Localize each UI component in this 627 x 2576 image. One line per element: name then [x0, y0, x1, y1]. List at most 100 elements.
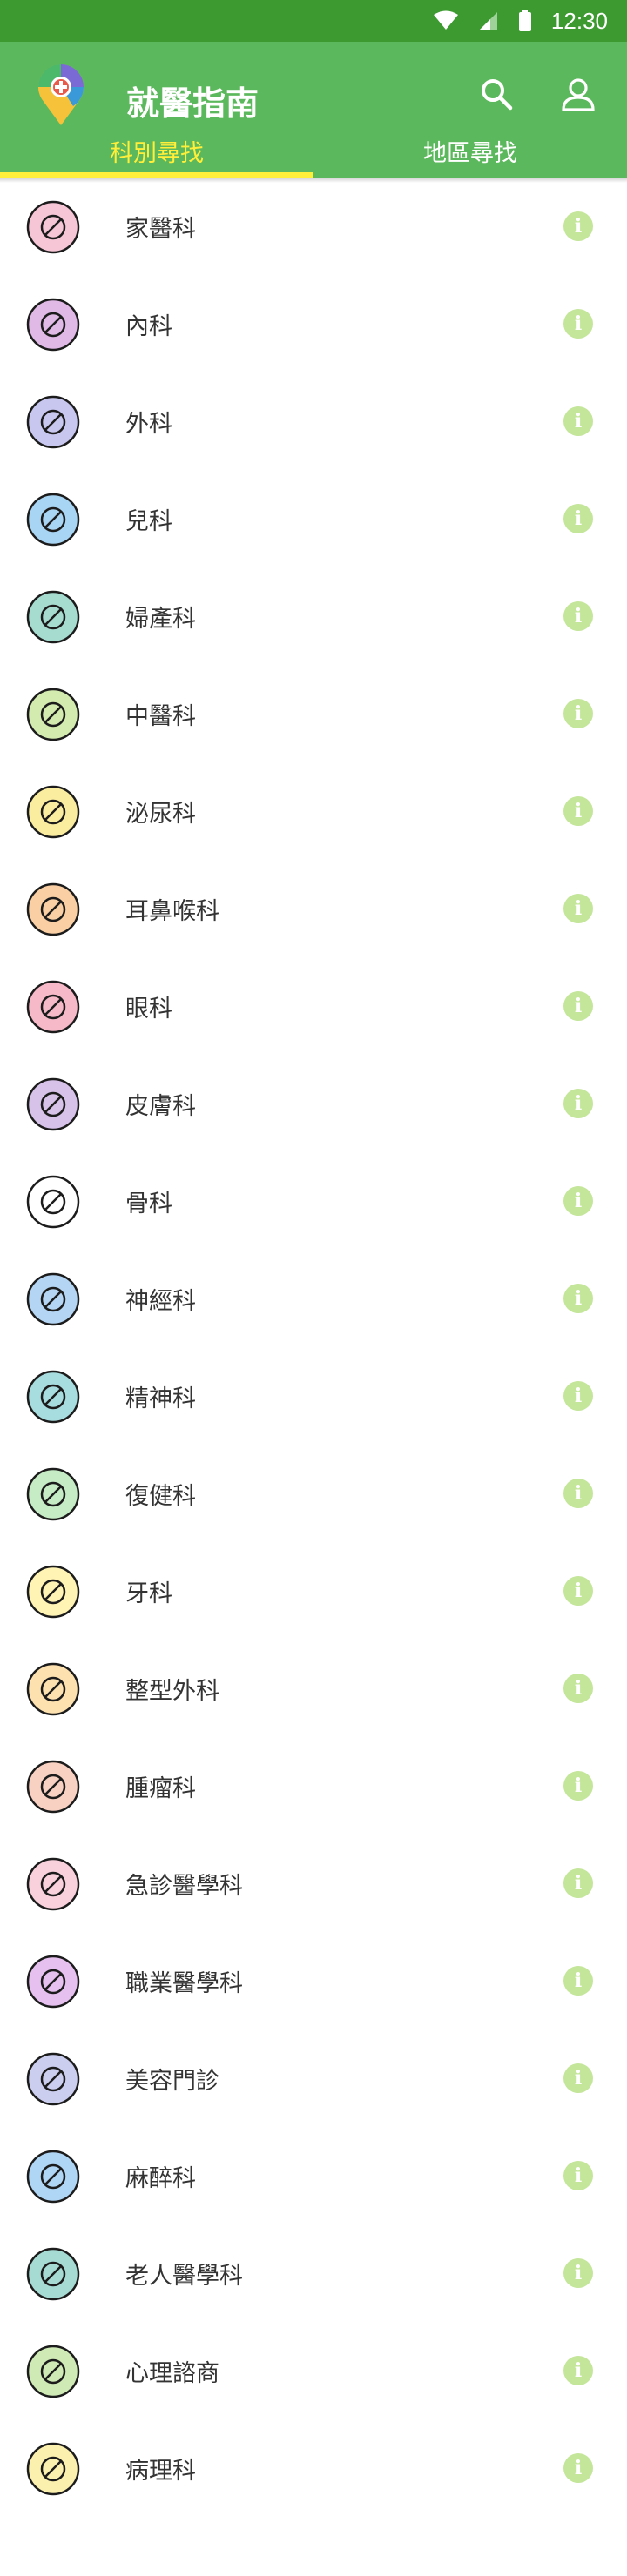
department-label: 泌尿科 — [125, 800, 196, 828]
department-label: 老人醫學科 — [125, 2262, 243, 2290]
info-icon[interactable]: i — [563, 699, 593, 728]
department-row[interactable]: 復健科 i — [0, 1445, 627, 1542]
search-button[interactable] — [474, 71, 519, 117]
info-icon[interactable]: i — [563, 2161, 593, 2190]
info-icon[interactable]: i — [563, 991, 593, 1021]
department-label: 皮膚科 — [125, 1092, 196, 1120]
department-label: 骨科 — [125, 1190, 172, 1218]
tooth-icon — [26, 1565, 80, 1619]
department-label: 耳鼻喉科 — [125, 897, 219, 925]
department-label: 眼科 — [125, 995, 172, 1023]
department-label: 家醫科 — [125, 215, 196, 243]
department-row[interactable]: 病理科 i — [0, 2419, 627, 2517]
info-icon[interactable]: i — [563, 406, 593, 436]
baby-bottle-icon — [26, 493, 80, 547]
department-row[interactable]: 職業醫學科 i — [0, 1932, 627, 2029]
department-label: 麻醉科 — [125, 2164, 196, 2192]
uterus-icon — [26, 590, 80, 644]
info-icon[interactable]: i — [563, 2453, 593, 2483]
tab-by-region[interactable]: 地區尋找 — [314, 129, 627, 178]
info-icon[interactable]: i — [563, 211, 593, 241]
helmet-icon — [26, 1955, 80, 2009]
department-row[interactable]: 中醫科 i — [0, 665, 627, 762]
mortar-icon — [26, 688, 80, 741]
department-row[interactable]: 骨科 i — [0, 1152, 627, 1250]
info-icon[interactable]: i — [563, 1771, 593, 1801]
info-icon[interactable]: i — [563, 1186, 593, 1216]
department-row[interactable]: 老人醫學科 i — [0, 2224, 627, 2322]
elderly-icon — [26, 2247, 80, 2301]
department-label: 職業醫學科 — [125, 1969, 243, 1997]
account-button[interactable] — [556, 71, 601, 117]
department-row[interactable]: 皮膚科 i — [0, 1055, 627, 1152]
department-row[interactable]: 麻醉科 i — [0, 2127, 627, 2224]
stethoscope-icon — [26, 298, 80, 352]
info-icon[interactable]: i — [563, 601, 593, 631]
mind-icon — [26, 1370, 80, 1424]
microscope-icon — [26, 2442, 80, 2496]
department-row[interactable]: 急診醫學科 i — [0, 1835, 627, 1932]
info-icon[interactable]: i — [563, 309, 593, 339]
info-icon[interactable]: i — [563, 2258, 593, 2288]
tab-by-department[interactable]: 科別尋找 — [0, 129, 314, 178]
department-label: 整型外科 — [125, 1677, 219, 1705]
department-label: 腫瘤科 — [125, 1774, 196, 1802]
department-label: 兒科 — [125, 507, 172, 535]
info-icon[interactable]: i — [563, 504, 593, 533]
info-icon[interactable]: i — [563, 796, 593, 826]
kidney-icon — [26, 785, 80, 839]
department-label: 婦產科 — [125, 605, 196, 633]
department-row[interactable]: 耳鼻喉科 i — [0, 860, 627, 957]
info-icon[interactable]: i — [563, 1089, 593, 1118]
department-row[interactable]: 眼科 i — [0, 957, 627, 1055]
signal-icon — [479, 12, 497, 30]
app-logo-icon — [38, 64, 84, 125]
department-label: 外科 — [125, 410, 172, 438]
department-row[interactable]: 腫瘤科 i — [0, 1737, 627, 1835]
department-label: 心理諮商 — [125, 2359, 219, 2387]
wifi-icon — [433, 10, 458, 30]
info-icon[interactable]: i — [563, 1868, 593, 1898]
info-icon[interactable]: i — [563, 1966, 593, 1996]
department-row[interactable]: 婦產科 i — [0, 567, 627, 665]
info-icon[interactable]: i — [563, 2356, 593, 2385]
face-mask-icon — [26, 2052, 80, 2106]
account-icon — [562, 78, 595, 111]
department-row[interactable]: 內科 i — [0, 275, 627, 372]
surgical-tools-icon — [26, 395, 80, 449]
status-time: 12:30 — [550, 7, 608, 34]
department-row[interactable]: 神經科 i — [0, 1250, 627, 1347]
info-icon[interactable]: i — [563, 1381, 593, 1411]
department-row[interactable]: 美容門診 i — [0, 2029, 627, 2127]
info-icon[interactable]: i — [563, 1674, 593, 1703]
department-label: 內科 — [125, 312, 172, 340]
neuron-icon — [26, 1272, 80, 1326]
bone-joint-icon — [26, 1175, 80, 1229]
info-icon[interactable]: i — [563, 1576, 593, 1606]
department-label: 復健科 — [125, 1482, 196, 1510]
eye-icon — [26, 980, 80, 1034]
department-label: 中醫科 — [125, 702, 196, 730]
info-icon[interactable]: i — [563, 1284, 593, 1313]
tab-bar: 科別尋找 地區尋找 — [0, 129, 627, 178]
department-row[interactable]: 精神科 i — [0, 1347, 627, 1445]
department-row[interactable]: 泌尿科 i — [0, 762, 627, 860]
syringe-pen-icon — [26, 1467, 80, 1521]
info-icon[interactable]: i — [563, 1479, 593, 1508]
department-list: 家醫科 i 內科 i 外科 i 兒科 i 婦產科 i 中醫科 i 泌尿科 i 耳鼻喉科 i 眼科 i 皮膚科 i 骨科 i… — [0, 178, 627, 2517]
app-title: 就醫指南 — [126, 84, 260, 123]
injection-icon — [26, 2150, 80, 2204]
department-row[interactable]: 心理諮商 i — [0, 2322, 627, 2419]
department-label: 病理科 — [125, 2457, 196, 2485]
department-row[interactable]: 整型外科 i — [0, 1640, 627, 1737]
app-bar: 就醫指南 科別尋找 地區尋找 — [0, 42, 627, 178]
department-label: 美容門診 — [125, 2067, 219, 2095]
department-row[interactable]: 外科 i — [0, 372, 627, 470]
department-row[interactable]: 家醫科 i — [0, 178, 627, 275]
info-icon[interactable]: i — [563, 2063, 593, 2093]
counseling-icon — [26, 2345, 80, 2398]
info-icon[interactable]: i — [563, 894, 593, 923]
department-label: 神經科 — [125, 1287, 196, 1315]
department-row[interactable]: 兒科 i — [0, 470, 627, 567]
department-row[interactable]: 牙科 i — [0, 1542, 627, 1640]
